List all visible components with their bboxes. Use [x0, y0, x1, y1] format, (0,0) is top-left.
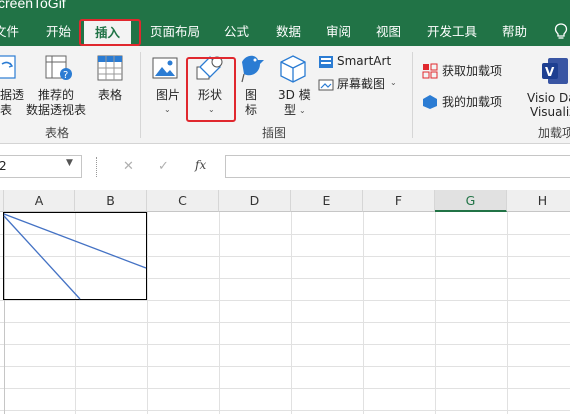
icons-label-1[interactable]: 图	[245, 88, 257, 102]
window-title: creenToGif	[0, 0, 66, 11]
tab-view[interactable]: 视图	[376, 18, 401, 46]
cancel-icon[interactable]: ✕	[123, 159, 134, 174]
shapes-button-highlight	[186, 57, 236, 122]
tab-data[interactable]: 数据	[276, 18, 301, 46]
splitter-handle[interactable]	[96, 157, 98, 177]
store-icon[interactable]	[422, 63, 438, 83]
icons-icon[interactable]	[238, 52, 266, 88]
my-addins-icon[interactable]	[422, 94, 438, 114]
enter-icon[interactable]: ✓	[158, 159, 169, 174]
pivot-table-label-2[interactable]: 表	[0, 103, 12, 117]
3d-model-icon[interactable]	[279, 54, 307, 88]
tab-file[interactable]: 文件	[0, 18, 19, 46]
svg-text:V: V	[545, 65, 555, 79]
ribbon: 据透 表 ? 推荐的 数据透视表 表格 表格 图片 ⌄ 形状 ⌄ 图 标 3D …	[0, 46, 570, 144]
visio-icon[interactable]: V	[540, 56, 570, 90]
icons-label-2[interactable]: 标	[245, 103, 257, 117]
group-separator-2	[412, 52, 413, 138]
tab-help[interactable]: 帮助	[502, 18, 527, 46]
tab-formulas[interactable]: 公式	[224, 18, 249, 46]
picture-dropdown-icon[interactable]: ⌄	[164, 105, 171, 114]
table-icon[interactable]	[96, 54, 124, 86]
bordered-cell-range	[3, 212, 147, 300]
name-box-dropdown-icon[interactable]: ▼	[66, 158, 73, 168]
3d-model-label-2[interactable]: 型	[284, 103, 296, 117]
recommended-pivot-icon[interactable]: ?	[44, 54, 74, 86]
drawn-shapes-layer	[3, 212, 147, 300]
tab-page-layout[interactable]: 页面布局	[150, 18, 200, 46]
3d-model-label-1[interactable]: 3D 模	[278, 88, 311, 102]
get-addins-label[interactable]: 获取加载项	[442, 64, 502, 78]
3d-model-dropdown-icon[interactable]: ⌄	[299, 106, 306, 115]
recommended-pivot-label-1[interactable]: 推荐的	[38, 88, 74, 102]
tables-group-label: 表格	[45, 126, 70, 140]
spreadsheet-grid[interactable]: A B C D E F G H	[0, 190, 570, 414]
table-label[interactable]: 表格	[98, 88, 122, 102]
tab-developer[interactable]: 开发工具	[427, 18, 477, 46]
pivot-table-icon[interactable]	[0, 54, 18, 84]
screenshot-icon[interactable]	[318, 77, 334, 96]
screenshot-dropdown-icon[interactable]: ⌄	[390, 78, 397, 87]
tab-home[interactable]: 开始	[46, 18, 71, 46]
diagonal-line-shape[interactable]	[3, 213, 147, 269]
illustrations-group-label: 插图	[262, 126, 287, 140]
insert-tab-highlight	[79, 19, 141, 46]
smartart-label[interactable]: SmartArt	[337, 54, 391, 68]
group-separator	[140, 52, 141, 138]
fx-icon[interactable]: fx	[195, 158, 206, 172]
visio-label-1[interactable]: Visio Da	[527, 91, 570, 105]
formula-input[interactable]	[225, 155, 570, 178]
pivot-table-label[interactable]: 据透	[0, 88, 24, 102]
addins-group-label: 加载项	[538, 126, 570, 140]
tab-review[interactable]: 审阅	[326, 18, 351, 46]
picture-label[interactable]: 图片	[156, 88, 180, 102]
recommended-pivot-label-2[interactable]: 数据透视表	[26, 103, 86, 117]
picture-icon[interactable]	[152, 56, 180, 86]
svg-text:?: ?	[63, 70, 68, 81]
my-addins-label[interactable]: 我的加载项	[442, 95, 502, 109]
formula-bar: 2 ▼ ✕ ✓ fx	[0, 150, 570, 184]
smartart-icon[interactable]	[318, 54, 334, 73]
title-bar: creenToGif	[0, 0, 570, 18]
screenshot-label[interactable]: 屏幕截图	[337, 77, 385, 91]
visio-label-2[interactable]: Visualiz	[530, 105, 570, 119]
lightbulb-icon[interactable]	[554, 23, 568, 45]
